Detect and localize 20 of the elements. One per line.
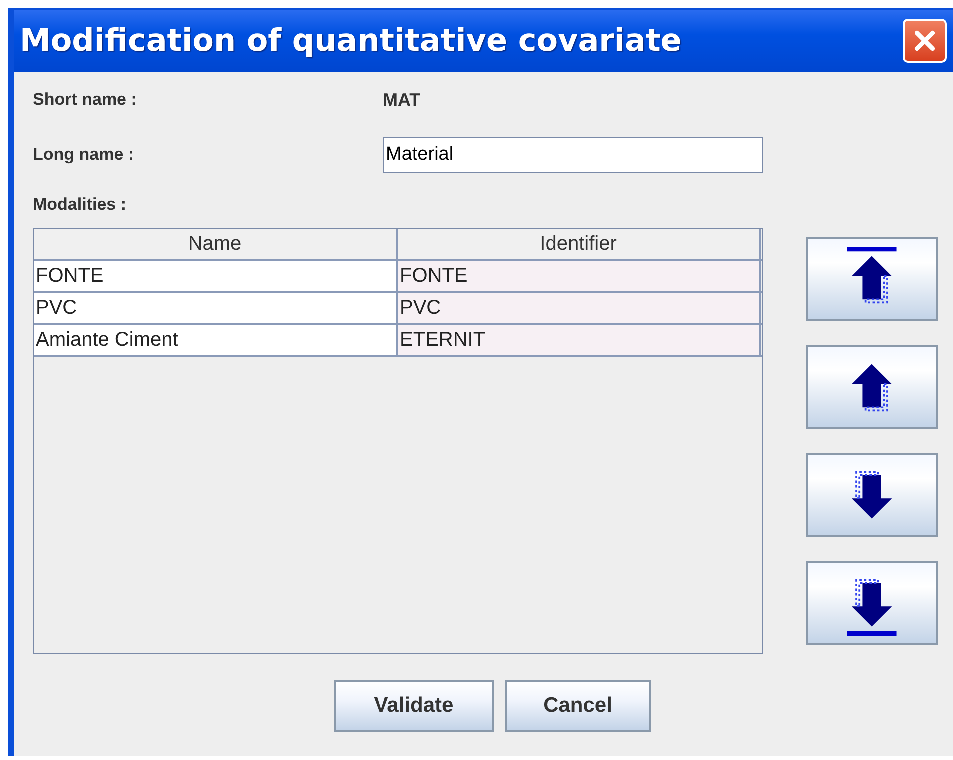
field-label: Modalities :	[33, 194, 128, 216]
table-cell: PVC	[398, 293, 761, 323]
field-label: Long name :	[33, 145, 136, 165]
table-cell: Amiante Ciment	[34, 325, 398, 355]
table-cell: ETERNIT	[398, 325, 761, 355]
move-down-button[interactable]	[806, 453, 938, 537]
close-button[interactable]	[903, 19, 947, 63]
table-cell: FONTE	[34, 261, 398, 291]
move-up-button[interactable]	[806, 345, 938, 429]
field-label: Short name :	[33, 90, 138, 110]
short-name-value: MAT	[383, 90, 421, 110]
close-icon	[912, 28, 938, 54]
table-cell: PVC	[34, 293, 398, 323]
move-bottom-button[interactable]	[806, 561, 938, 645]
long-name-field[interactable]: Material	[383, 137, 763, 173]
window-title: Modification of quantitative covariate	[20, 23, 682, 59]
move-top-button[interactable]	[806, 237, 938, 321]
table-cell: FONTE	[398, 261, 761, 291]
dialog-button[interactable]: Validate	[334, 680, 494, 732]
dialog-button[interactable]: Cancel	[505, 680, 651, 732]
